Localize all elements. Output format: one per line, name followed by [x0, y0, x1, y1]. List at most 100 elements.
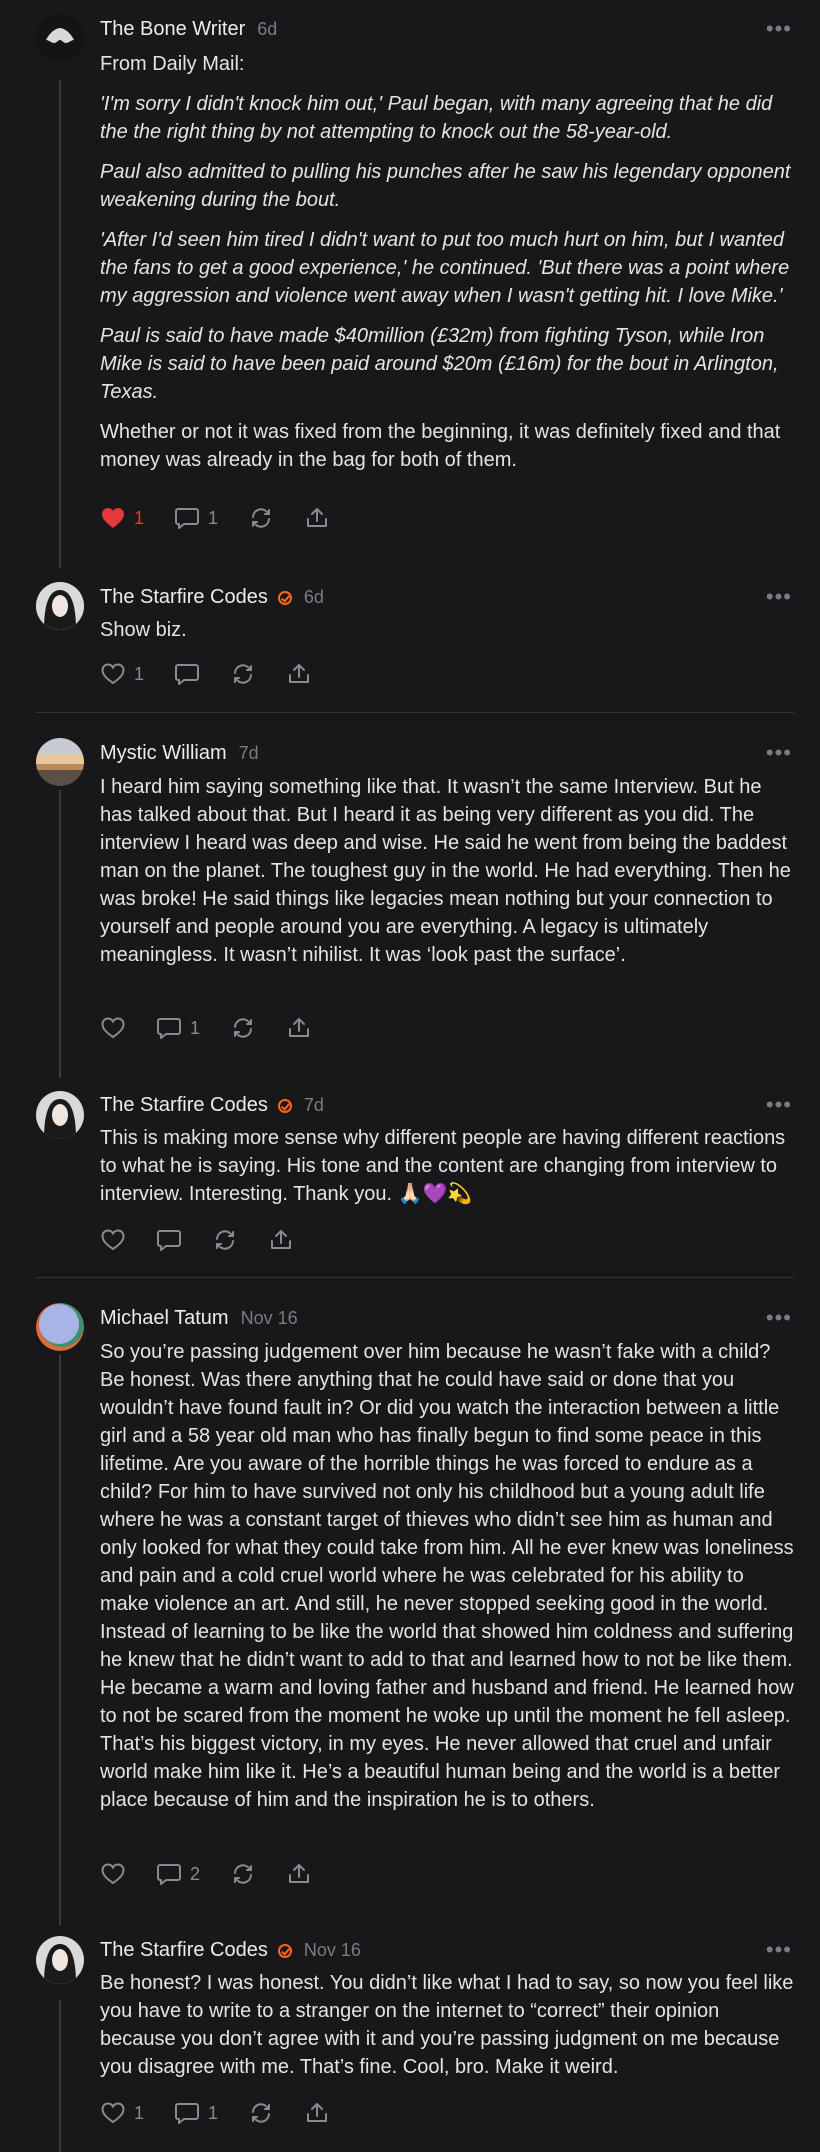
reply-button[interactable]: 1 [156, 1016, 200, 1040]
reply-count: 1 [208, 2102, 219, 2123]
comment-header: The Starfire Codes 6d [100, 586, 324, 609]
thread-line [59, 2000, 61, 2152]
thread-line [59, 790, 61, 1078]
comment-paragraph: Be honest? I was honest. You didn’t like… [100, 1972, 794, 2078]
comment-icon [157, 1230, 181, 1251]
timestamp[interactable]: 7d [304, 1095, 324, 1116]
like-button[interactable]: 1 [100, 506, 144, 530]
comment-actions: 1 1 [100, 503, 360, 533]
comment-body: From Daily Mail: 'I'm sorry I didn't kno… [100, 50, 795, 474]
avatar[interactable] [36, 1091, 84, 1139]
thread-divider [36, 712, 794, 713]
comment-paragraph: Paul also admitted to pulling his punche… [100, 161, 791, 211]
more-options-icon[interactable]: ••• [766, 18, 792, 40]
heart-icon [101, 663, 125, 685]
reply-count: 2 [190, 1863, 201, 1884]
like-button[interactable] [100, 1016, 126, 1040]
restack-button[interactable] [248, 506, 274, 530]
share-icon [307, 508, 328, 527]
comment-paragraph: 'After I'd seen him tired I didn't want … [100, 229, 790, 307]
restack-icon [252, 508, 271, 528]
restack-icon [252, 2103, 271, 2123]
like-button[interactable]: 1 [100, 2101, 144, 2125]
avatar[interactable] [36, 14, 84, 62]
comment-paragraph: Whether or not it was fixed from the beg… [100, 421, 781, 471]
restack-button[interactable] [248, 2101, 274, 2125]
comment-header: The Starfire Codes 7d [100, 1094, 324, 1117]
avatar[interactable] [36, 582, 84, 630]
verified-badge-icon [277, 1098, 292, 1113]
comment-body: Be honest? I was honest. You didn’t like… [100, 1969, 795, 2081]
timestamp[interactable]: 6d [304, 587, 324, 608]
reply-button[interactable]: 1 [174, 2101, 218, 2125]
restack-icon [234, 664, 253, 684]
restack-button[interactable] [230, 1862, 256, 1886]
comment-paragraph: This is making more sense why different … [100, 1127, 786, 1205]
comment-body: This is making more sense why different … [100, 1124, 795, 1208]
reply-button[interactable] [174, 662, 200, 686]
like-count: 1 [134, 507, 145, 528]
comment-icon [175, 664, 200, 685]
comment-header: The Bone Writer 6d [100, 18, 277, 41]
reply-button[interactable]: 1 [174, 506, 218, 530]
reply-button[interactable]: 2 [156, 1862, 200, 1886]
author-name[interactable]: The Starfire Codes [100, 586, 268, 609]
comment-actions: 1 1 [100, 2098, 360, 2128]
more-options-icon[interactable]: ••• [766, 1307, 792, 1329]
more-options-icon[interactable]: ••• [766, 586, 792, 608]
timestamp[interactable]: 6d [257, 19, 277, 40]
timestamp[interactable]: 7d [239, 743, 259, 764]
more-options-icon[interactable]: ••• [766, 1094, 792, 1116]
timestamp[interactable]: Nov 16 [304, 1940, 361, 1961]
share-icon [271, 1230, 291, 1249]
restack-icon [234, 1864, 253, 1884]
comment-paragraph: Paul is said to have made $40million (£3… [100, 325, 779, 403]
comment-paragraph: From Daily Mail: [100, 53, 245, 75]
avatar[interactable] [36, 738, 84, 786]
thread-divider [36, 1277, 794, 1278]
share-button[interactable] [286, 1862, 312, 1886]
author-name[interactable]: Mystic William [100, 742, 227, 765]
thread-line [59, 80, 61, 568]
share-icon [289, 664, 310, 683]
share-icon [307, 2103, 328, 2122]
restack-button[interactable] [212, 1228, 238, 1252]
heart-icon [101, 1863, 125, 1885]
like-button[interactable] [100, 1862, 126, 1886]
like-button[interactable]: 1 [100, 662, 144, 686]
share-button[interactable] [286, 662, 312, 686]
comment-actions: 1 [100, 1013, 342, 1043]
avatar[interactable] [36, 1936, 84, 1984]
heart-icon [101, 1229, 125, 1251]
share-icon [289, 1864, 310, 1883]
restack-button[interactable] [230, 1016, 256, 1040]
share-button[interactable] [304, 506, 330, 530]
author-name[interactable]: The Bone Writer [100, 18, 245, 41]
reply-button[interactable] [156, 1228, 182, 1252]
comment-paragraph: 'I'm sorry I didn't knock him out,' Paul… [100, 93, 773, 143]
like-button[interactable] [100, 1228, 126, 1252]
share-button[interactable] [304, 2101, 330, 2125]
comment-icon [157, 1864, 181, 1885]
comment-header: Michael Tatum Nov 16 [100, 1307, 298, 1330]
more-options-icon[interactable]: ••• [766, 742, 792, 764]
thread-line [59, 1355, 61, 1925]
heart-icon [101, 2102, 125, 2124]
like-count: 1 [134, 2102, 145, 2123]
avatar[interactable] [36, 1303, 84, 1351]
reply-count: 1 [208, 507, 219, 528]
restack-button[interactable] [230, 662, 256, 686]
verified-badge-icon [277, 590, 292, 605]
share-button[interactable] [268, 1228, 294, 1252]
author-name[interactable]: The Starfire Codes [100, 1094, 268, 1117]
author-name[interactable]: The Starfire Codes [100, 1939, 268, 1962]
comment-header: The Starfire Codes Nov 16 [100, 1939, 361, 1962]
more-options-icon[interactable]: ••• [766, 1939, 792, 1961]
share-button[interactable] [286, 1016, 312, 1040]
comment-actions [100, 1225, 324, 1255]
restack-icon [216, 1230, 234, 1250]
author-name[interactable]: Michael Tatum [100, 1307, 229, 1330]
comment-header: Mystic William 7d [100, 742, 259, 765]
timestamp[interactable]: Nov 16 [241, 1308, 298, 1329]
verified-badge-icon [277, 1943, 292, 1958]
